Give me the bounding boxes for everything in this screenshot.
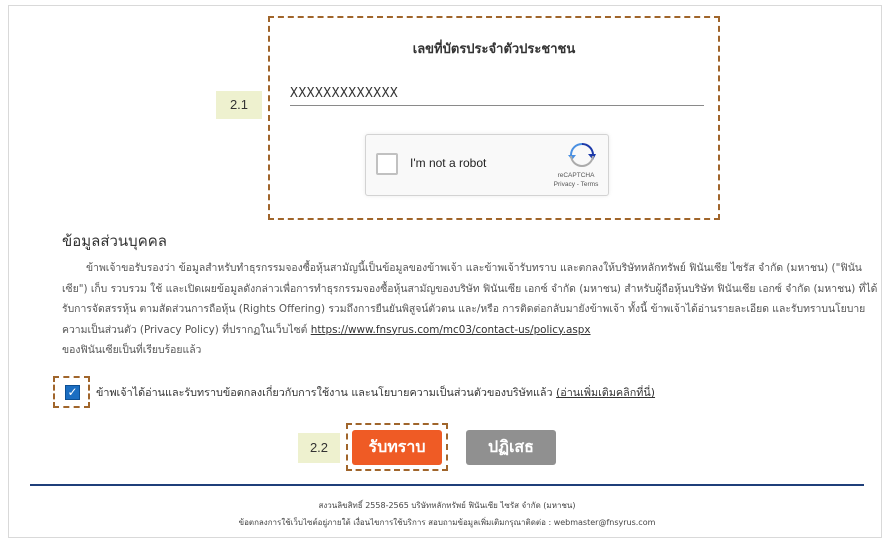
id-captcha-highlight: เลขที่บัตรประจำตัวประชาชน I'm not a robo… <box>268 16 720 220</box>
accept-button[interactable]: รับทราบ <box>352 430 442 465</box>
recaptcha-checkbox[interactable] <box>376 153 398 175</box>
consent-label: ข้าพเจ้าได้อ่านและรับทราบข้อตกลงเกี่ยวกั… <box>96 384 655 401</box>
reject-button[interactable]: ปฏิเสธ <box>466 430 556 465</box>
read-more-link[interactable]: (อ่านเพิ่มเติมคลิกที่นี่) <box>556 386 655 399</box>
recaptcha-widget: I'm not a robot reCAPTCHA Privacy - Term… <box>365 134 609 196</box>
recaptcha-links[interactable]: Privacy - Terms <box>548 180 604 189</box>
step-tag-2-2: 2.2 <box>298 433 340 463</box>
recaptcha-logo-icon <box>568 142 596 168</box>
consent-checkbox[interactable]: ✓ <box>65 385 80 400</box>
id-number-input[interactable] <box>290 83 704 106</box>
footer-copyright: สงวนลิขสิทธิ์ 2558-2565 บริษัทหลักทรัพย์… <box>318 501 576 510</box>
personal-info-title: ข้อมูลส่วนบุคคล <box>62 232 167 250</box>
personal-info-paragraph: ข้าพเจ้าขอรับรองว่า ข้อมูลสำหรับทำธุรกรร… <box>62 258 878 361</box>
privacy-policy-link[interactable]: https://www.fnsyrus.com/mc03/contact-us/… <box>311 324 591 336</box>
footer-divider <box>30 484 864 486</box>
checkbox-checked-icon: ✓ <box>67 385 78 399</box>
recaptcha-label: I'm not a robot <box>410 156 487 170</box>
consent-text: ข้าพเจ้าได้อ่านและรับทราบข้อตกลงเกี่ยวกั… <box>96 386 553 399</box>
paragraph-end-text: ของฟินันเซียเป็นที่เรียบร้อยแล้ว <box>62 344 202 356</box>
step-tag-2-1: 2.1 <box>216 91 262 119</box>
id-number-label: เลขที่บัตรประจำตัวประชาชน <box>412 42 576 57</box>
recaptcha-brand: reCAPTCHA Privacy - Terms <box>548 171 604 189</box>
recaptcha-brand-name: reCAPTCHA <box>557 172 595 179</box>
footer-terms: ข้อตกลงการใช้เว็บไซต์อยู่ภายใต้ เงื่อนไข… <box>238 518 656 527</box>
